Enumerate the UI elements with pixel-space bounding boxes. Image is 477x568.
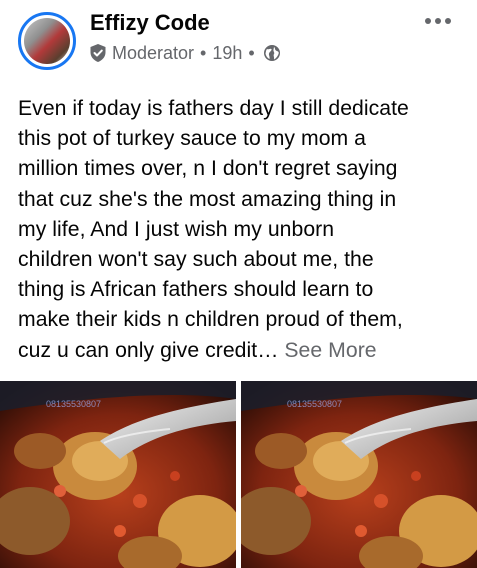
avatar-photo [24, 18, 70, 64]
shield-check-icon [90, 44, 106, 62]
post-text-line: children won't say such about me, the [18, 248, 374, 272]
post-header: Effizy Code Moderator • 19h • [0, 0, 477, 88]
author-avatar[interactable] [18, 12, 76, 70]
author-name[interactable]: Effizy Code [90, 10, 210, 36]
post-text-line: that cuz she's the most amazing thing in [18, 187, 397, 211]
post-text: Even if today is fathers day I still ded… [18, 94, 464, 366]
post-text-last-line: cuz u can only give credit… See More [18, 336, 464, 366]
post-text-line: this pot of turkey sauce to my mom a [18, 127, 366, 151]
photo-grid: 08135530807 08135530807 [0, 381, 477, 568]
post-photo[interactable]: 08135530807 [241, 381, 477, 568]
photo-watermark: 08135530807 [287, 399, 342, 409]
post-text-line: thing is African fathers should learn to [18, 278, 374, 302]
post-text-line: my life, And I just wish my unborn [18, 217, 335, 241]
post-photo[interactable]: 08135530807 [0, 381, 236, 568]
post-text-truncated: cuz u can only give credit… [18, 338, 279, 362]
post-text-line: make their kids n children proud of them… [18, 308, 403, 332]
globe-icon [263, 44, 281, 62]
role-badge: Moderator [112, 42, 195, 63]
photo-watermark: 08135530807 [46, 399, 101, 409]
post-meta: Moderator • 19h • [90, 42, 281, 64]
meta-separator: • [200, 42, 207, 63]
more-dot [445, 18, 451, 24]
post-text-line: Even if today is fathers day I still ded… [18, 97, 409, 120]
post-text-line: million times over, n I don't regret say… [18, 157, 398, 181]
more-options-button[interactable] [425, 18, 451, 26]
more-dot [435, 18, 441, 24]
meta-separator: • [248, 42, 255, 63]
see-more-link[interactable]: See More [284, 339, 376, 362]
post-time[interactable]: 19h [212, 43, 242, 64]
more-horizontal-icon [425, 18, 431, 24]
